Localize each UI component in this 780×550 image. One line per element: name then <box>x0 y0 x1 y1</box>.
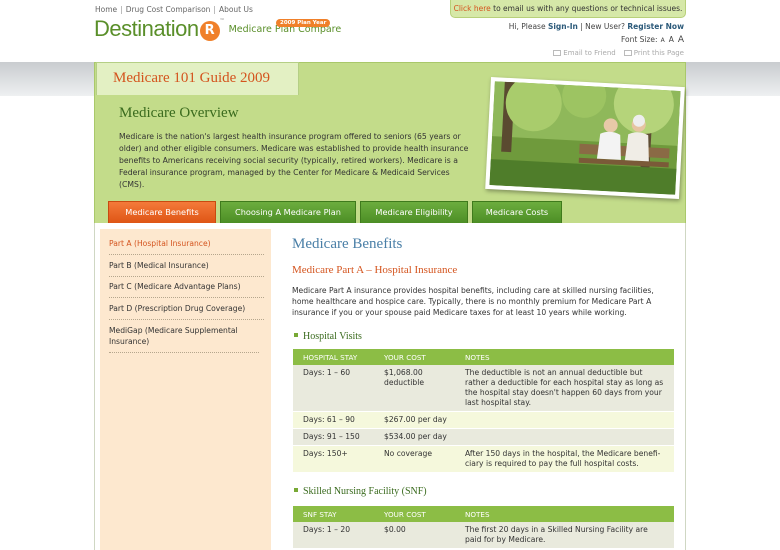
table-row: Days: 1 – 60 $1,068.00 deductible The de… <box>293 365 674 412</box>
plan-year-badge: 2009 Plan Year <box>276 19 331 27</box>
sidebar-item-part-a[interactable]: Part A (Hospital Insurance) <box>109 238 264 255</box>
part-a-paragraph: Medicare Part A insurance provides hospi… <box>292 286 654 317</box>
table-row: Days: 150+ No coverage After 150 days in… <box>293 445 674 473</box>
nav-home-link[interactable]: Home <box>95 5 117 14</box>
register-link[interactable]: Register Now <box>627 22 684 31</box>
table-row: Days: 1 – 20 $0.00 The first 20 days in … <box>293 522 674 549</box>
tab-choosing-plan[interactable]: Choosing A Medicare Plan <box>220 201 356 223</box>
nav-about-link[interactable]: About Us <box>219 5 253 14</box>
sidebar <box>100 229 271 550</box>
logo-trademark: ™ <box>219 18 225 24</box>
hospital-visits-heading: Hospital Visits <box>294 331 362 342</box>
bullet-icon <box>294 333 298 337</box>
table-row: Days: 61 – 90 $267.00 per day <box>293 411 674 429</box>
snf-table: SNF STAY YOUR COST NOTES Days: 1 – 20 $0… <box>293 506 674 549</box>
snf-heading: Skilled Nursing Facility (SNF) <box>294 486 427 497</box>
overview-paragraph: Medicare is the nation's largest health … <box>119 132 469 189</box>
hospital-visits-table: HOSPITAL STAY YOUR COST NOTES Days: 1 – … <box>293 349 674 473</box>
email-bar: Click here to email us with any question… <box>450 0 686 18</box>
sidebar-item-medigap[interactable]: MediGap (Medicare Supplemental Insurance… <box>109 325 259 353</box>
sidebar-item-part-d[interactable]: Part D (Prescription Drug Coverage) <box>109 303 264 320</box>
account-links: Hi, Please Sign-In | New User? Register … <box>508 22 684 31</box>
page-title: Medicare Benefits <box>292 236 403 252</box>
email-icon <box>553 50 562 56</box>
rx-icon: R <box>199 21 220 41</box>
font-size-small-button[interactable]: A <box>661 37 665 44</box>
print-page-link[interactable]: Print this Page <box>634 49 684 57</box>
font-size-control: Font Size: A A A <box>620 35 684 45</box>
table-row: Days: 91 – 150 $534.00 per day <box>293 428 674 446</box>
logo-text: Destination <box>94 16 199 41</box>
sidebar-item-part-b[interactable]: Part B (Medical Insurance) <box>109 260 264 277</box>
seniors-photo-image <box>489 81 681 195</box>
top-nav: Home | Drug Cost Comparison | About Us <box>95 5 253 14</box>
overview-heading: Medicare Overview <box>119 105 239 121</box>
nav-drug-cost-link[interactable]: Drug Cost Comparison <box>126 5 211 14</box>
bullet-icon <box>294 488 298 492</box>
email-bar-text: to email us with any questions or techni… <box>490 4 683 13</box>
part-a-title: Medicare Part A – Hospital Insurance <box>292 264 458 276</box>
tab-medicare-costs[interactable]: Medicare Costs <box>472 201 562 223</box>
guide-title: Medicare 101 Guide 2009 <box>113 70 271 86</box>
sidebar-item-part-c[interactable]: Part C (Medicare Advantage Plans) <box>109 281 264 298</box>
print-icon <box>623 50 632 56</box>
signin-link[interactable]: Sign-In <box>548 22 578 31</box>
tab-medicare-benefits[interactable]: Medicare Benefits <box>108 201 216 223</box>
table-header: HOSPITAL STAY YOUR COST NOTES <box>293 349 674 365</box>
tab-medicare-eligibility[interactable]: Medicare Eligibility <box>360 201 468 223</box>
email-click-here-link[interactable]: Click here <box>454 4 491 13</box>
font-size-medium-button[interactable]: A <box>669 35 674 44</box>
table-header: SNF STAY YOUR COST NOTES <box>293 506 674 522</box>
seniors-photo <box>485 77 685 199</box>
font-size-large-button[interactable]: A <box>678 35 684 45</box>
utility-links: Email to Friend Print this Page <box>553 49 684 57</box>
email-to-friend-link[interactable]: Email to Friend <box>563 49 615 57</box>
